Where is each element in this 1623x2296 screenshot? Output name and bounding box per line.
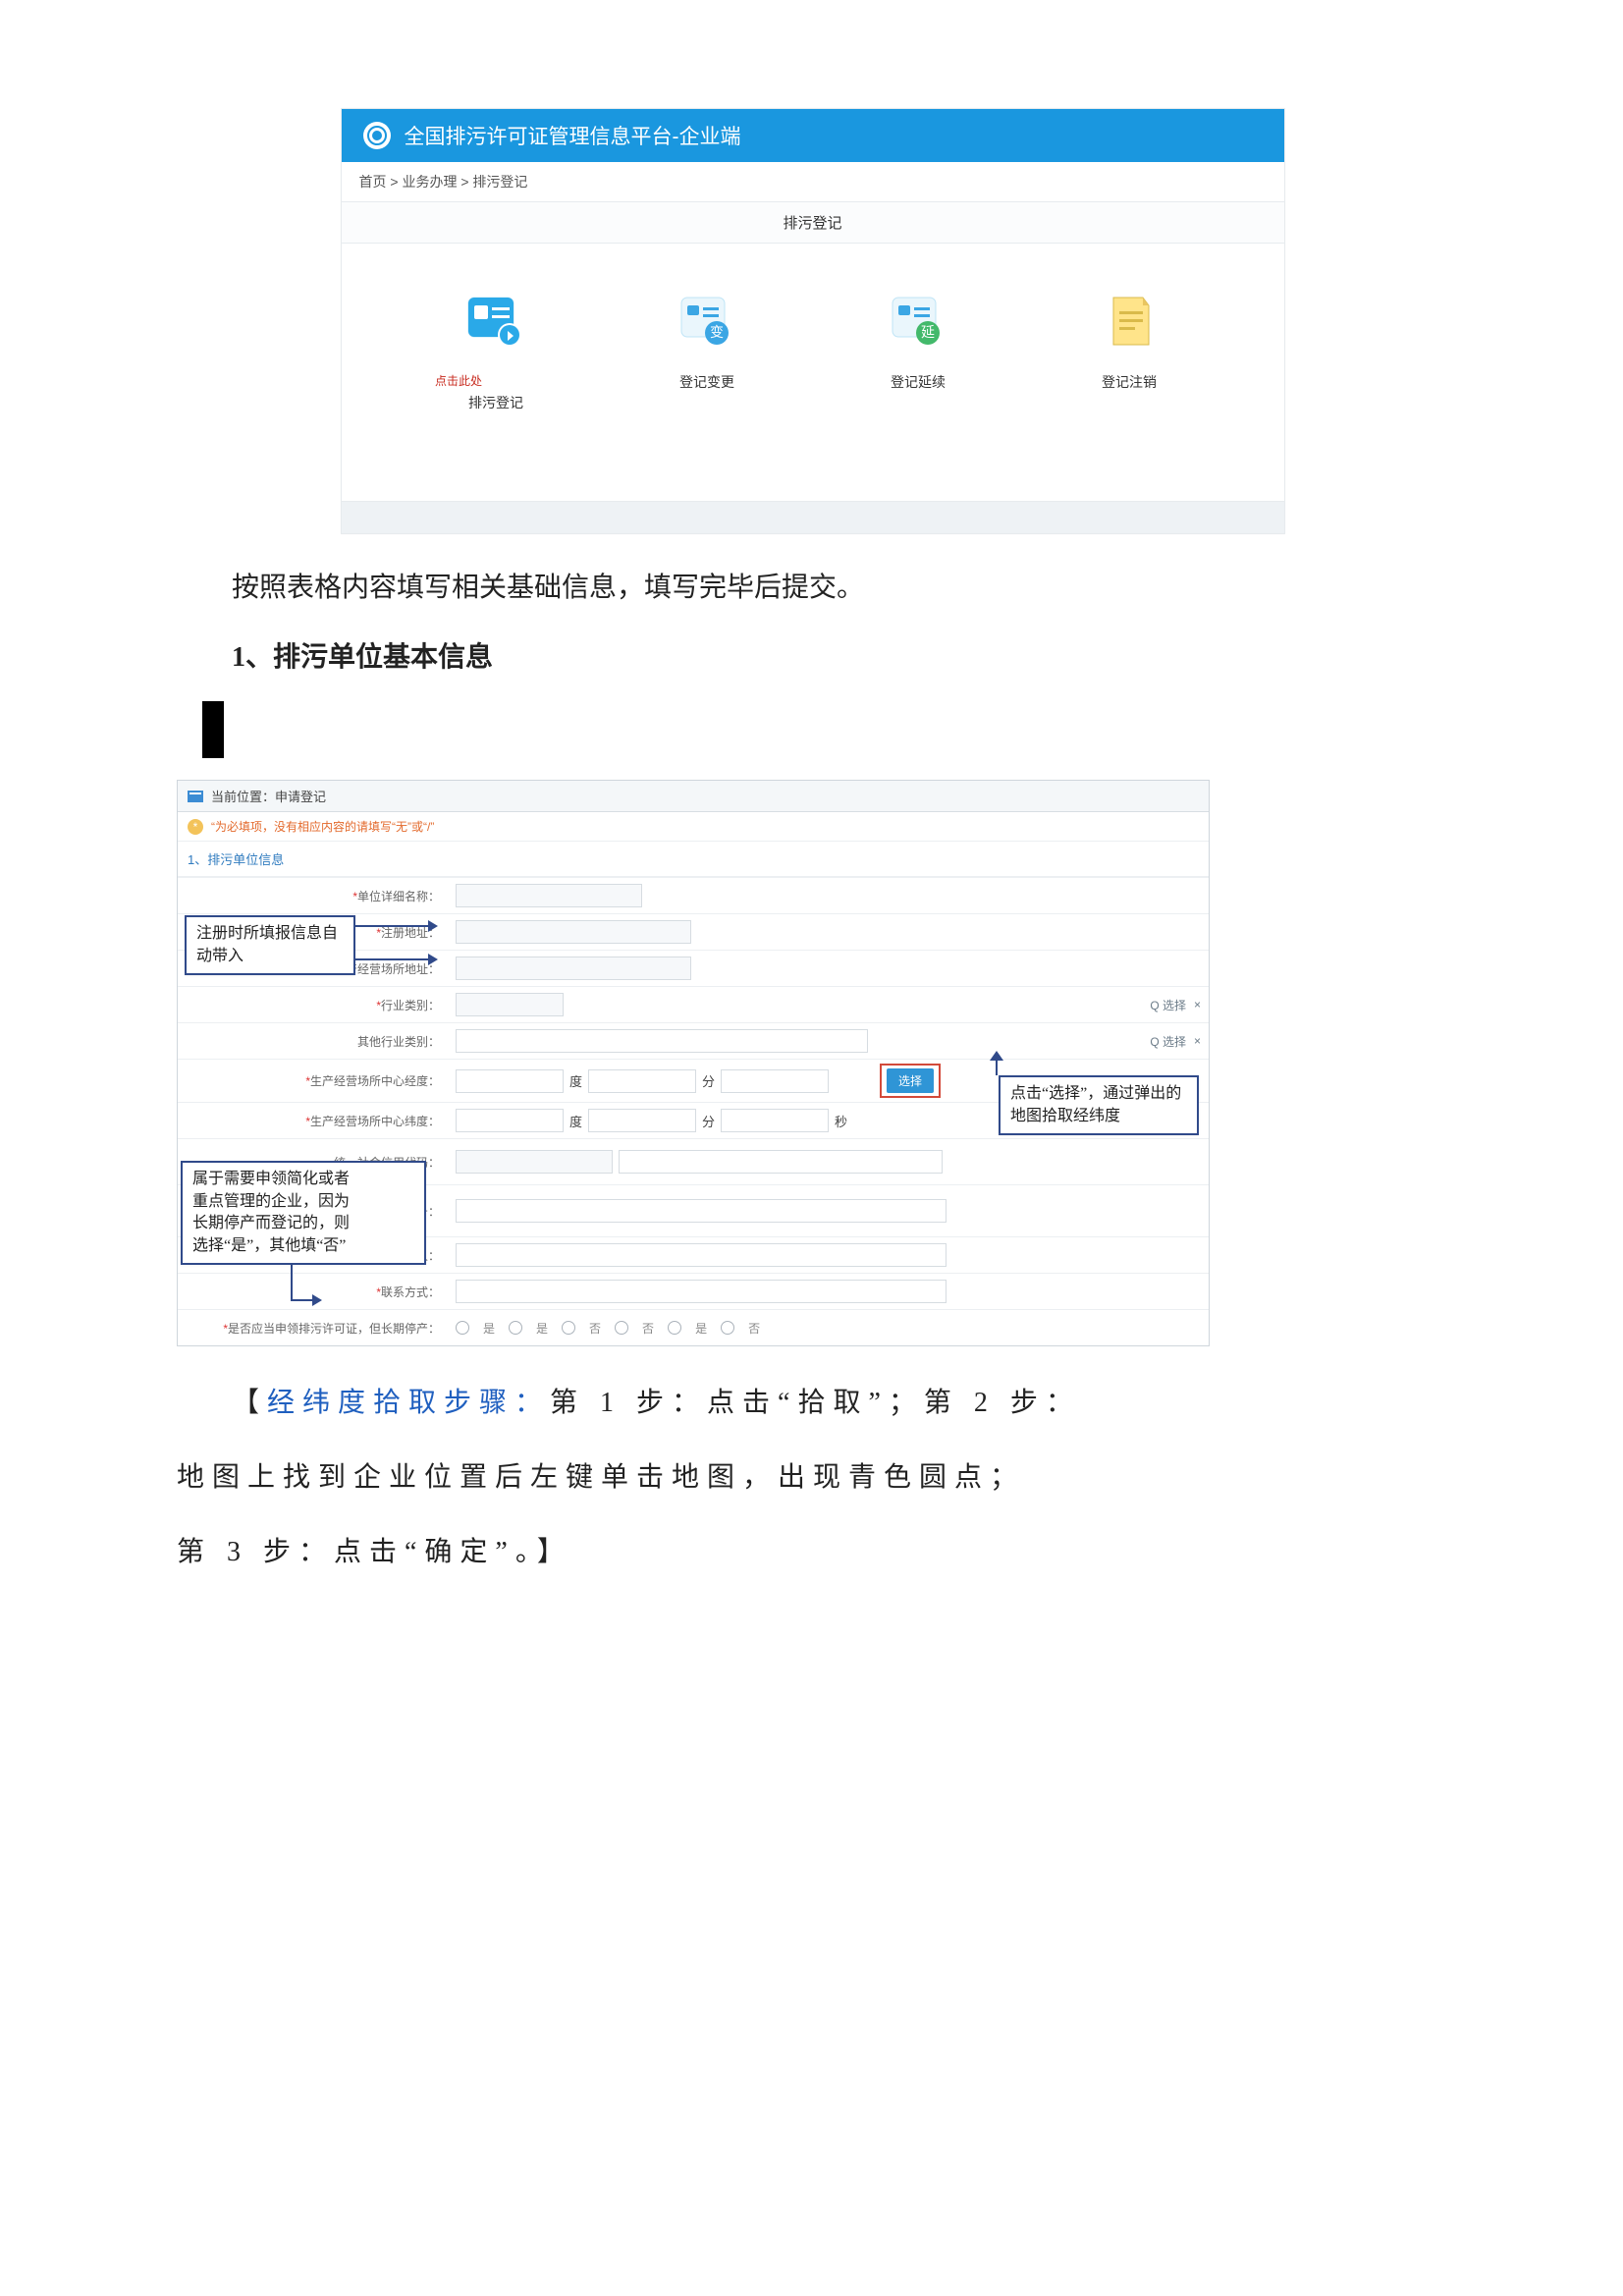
tile-cancel-label: 登记注销: [1102, 372, 1157, 392]
platform-header: 全国排污许可证管理信息平台-企业端: [342, 109, 1284, 162]
tile-change-label: 登记变更: [679, 372, 734, 392]
label-unit-name: 单位详细名称：: [357, 890, 440, 903]
tile-change[interactable]: 变 登记变更: [638, 288, 776, 412]
platform-screenshot-2: 注册时所填报信息自动带入 点击“选择”，通过弹出的地图拾取经纬度 属于需要申领简…: [177, 780, 1208, 1346]
tab-register[interactable]: 排污登记: [783, 215, 841, 232]
input-lng-sec[interactable]: [721, 1069, 829, 1093]
row-industry: *行业类别： Q 选择 ×: [178, 986, 1209, 1022]
latlng-steps-line3: 第 3 步：点击“确定”。】: [177, 1525, 1446, 1580]
unit-sec: 秒: [835, 1112, 847, 1130]
input-org-code[interactable]: [456, 1199, 947, 1223]
label-industry: 行业类别：: [381, 999, 440, 1012]
location-bar: 当前位置：申请登记: [178, 781, 1209, 812]
tile-register[interactable]: 点击此处 排污登记: [427, 288, 565, 412]
input-contact[interactable]: [456, 1280, 947, 1303]
input-unit-name[interactable]: [456, 884, 642, 907]
lamp-icon: *: [188, 819, 203, 835]
unit-deg: 度: [569, 1071, 582, 1090]
label-center-lat: 生产经营场所中心纬度：: [310, 1115, 440, 1128]
tile-extend-label: 登记延续: [891, 372, 946, 392]
unit-min: 分: [702, 1071, 715, 1090]
input-lng-min[interactable]: [588, 1069, 696, 1093]
radio-no-1[interactable]: [562, 1321, 575, 1335]
body-heading-1: 1、排污单位基本信息: [177, 631, 1446, 683]
unit-deg-2: 度: [569, 1112, 582, 1130]
input-lat-deg[interactable]: [456, 1109, 564, 1132]
platform-screenshot-1: 全国排污许可证管理信息平台-企业端 首页 > 业务办理 > 排污登记 排污登记: [341, 108, 1283, 534]
lng-select-button[interactable]: 选择: [887, 1068, 934, 1093]
lng-select-highlight: 选择: [880, 1064, 941, 1098]
radio-yes-1[interactable]: [456, 1321, 469, 1335]
tile-extend[interactable]: 延 登记延续: [849, 288, 987, 412]
radio-no-3[interactable]: [721, 1321, 734, 1335]
svg-text:变: 变: [710, 324, 724, 340]
industry-choose[interactable]: Q 选择: [1150, 997, 1186, 1013]
callout-simplify: 属于需要申领简化或者 重点管理的企业，因为 长期停产而登记的，则 选择“是”，其…: [181, 1161, 426, 1265]
latlng-link: 经纬度拾取步骤：: [267, 1388, 550, 1418]
caret-bar: [202, 701, 224, 758]
latlng-steps-paragraph: 【经纬度拾取步骤：第 1 步：点击“拾取”；第 2 步：: [177, 1376, 1446, 1431]
unit-min-2: 分: [702, 1112, 715, 1130]
radio-no-2[interactable]: [615, 1321, 628, 1335]
extend-icon: 延: [883, 288, 953, 358]
industry-clear[interactable]: ×: [1194, 998, 1201, 1011]
required-note-text: “为必填项，没有相应内容的请填写“无”或“/”: [211, 818, 434, 835]
other-industry-choose[interactable]: Q 选择: [1150, 1033, 1186, 1050]
location-text: 当前位置：申请登记: [211, 787, 326, 805]
radio-yes-3[interactable]: [668, 1321, 681, 1335]
radio-yes-2[interactable]: [509, 1321, 522, 1335]
section-1-title: 1、排污单位信息: [178, 842, 1209, 877]
cancel-icon: [1094, 288, 1164, 358]
callout-autofill: 注册时所填报信息自动带入: [185, 915, 355, 975]
platform-title: 全国排污许可证管理信息平台-企业端: [405, 121, 741, 150]
change-icon: 变: [672, 288, 742, 358]
other-industry-clear[interactable]: ×: [1194, 1034, 1201, 1048]
row-contact: *联系方式：: [178, 1273, 1209, 1309]
input-prod-addr[interactable]: [456, 957, 691, 980]
click-here-label: 点击此处: [435, 372, 482, 389]
tile-cancel[interactable]: 登记注销: [1060, 288, 1198, 412]
register-icon: [460, 288, 531, 358]
input-lat-sec[interactable]: [721, 1109, 829, 1132]
row-should-apply: *是否应当申领排污许可证，但长期停产： 是 是 否 否 是 否: [178, 1309, 1209, 1345]
label-other-industry: 其他行业类别：: [357, 1035, 440, 1049]
tile-row: 点击此处 排污登记 变 登记变更: [342, 244, 1284, 502]
breadcrumb: 首页 > 业务办理 > 排污登记: [342, 162, 1284, 202]
input-legal-person[interactable]: [456, 1243, 947, 1267]
row-unit-name: *单位详细名称：: [178, 877, 1209, 913]
label-contact: 联系方式：: [381, 1285, 440, 1299]
latlng-steps-line2: 地图上找到企业位置后左键单击地图，出现青色圆点；: [177, 1450, 1446, 1505]
input-uscc[interactable]: [456, 1150, 613, 1174]
tab-bar: 排污登记: [342, 202, 1284, 244]
location-icon: [188, 791, 203, 802]
platform-logo-icon: [363, 122, 391, 149]
input-other-industry[interactable]: [456, 1029, 868, 1053]
label-should-apply: 是否应当申领排污许可证，但长期停产：: [228, 1322, 440, 1336]
input-lat-min[interactable]: [588, 1109, 696, 1132]
row-other-industry: 其他行业类别： Q 选择 ×: [178, 1022, 1209, 1059]
input-uscc-2[interactable]: [619, 1150, 943, 1174]
label-center-lng: 生产经营场所中心经度：: [310, 1074, 440, 1088]
input-reg-addr[interactable]: [456, 920, 691, 944]
svg-text:延: 延: [921, 324, 935, 340]
body-paragraph-1: 按照表格内容填写相关基础信息，填写完毕后提交。: [177, 562, 1446, 614]
callout-latlng: 点击“选择”，通过弹出的地图拾取经纬度: [999, 1075, 1199, 1135]
input-lng-deg[interactable]: [456, 1069, 564, 1093]
input-industry[interactable]: [456, 993, 564, 1016]
tile-register-label: 排污登记: [468, 393, 523, 412]
required-note: * “为必填项，没有相应内容的请填写“无”或“/”: [178, 812, 1209, 842]
